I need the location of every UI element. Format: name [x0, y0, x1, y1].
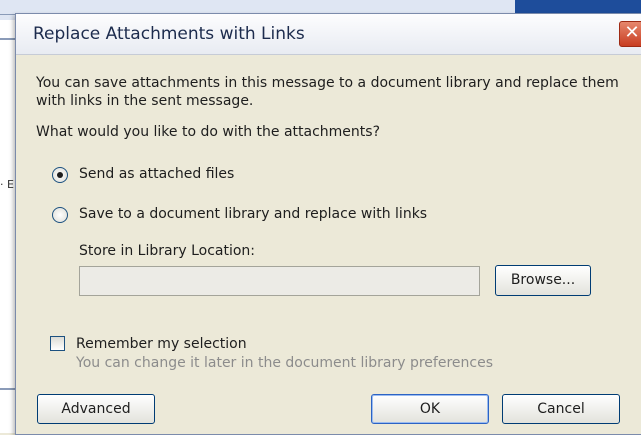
store-location-label: Store in Library Location:: [79, 243, 255, 259]
ok-button[interactable]: OK: [371, 394, 489, 424]
intro-text: You can save attachments in this message…: [36, 75, 619, 109]
dialog-titlebar: Replace Attachments with Links ✕: [16, 14, 641, 55]
remember-hint-text: You can change it later in the document …: [76, 355, 494, 371]
question-text: What would you like to do with the attac…: [36, 124, 381, 140]
remember-selection-label[interactable]: Remember my selection: [76, 336, 247, 352]
close-icon[interactable]: ✕: [619, 21, 641, 47]
save-to-library-radio[interactable]: [52, 207, 68, 223]
dialog-title: Replace Attachments with Links: [33, 24, 305, 44]
remember-selection-checkbox[interactable]: [50, 336, 65, 351]
library-location-input[interactable]: [79, 266, 480, 296]
send-as-attached-radio[interactable]: [52, 167, 68, 183]
save-to-library-label[interactable]: Save to a document library and replace w…: [79, 206, 427, 222]
advanced-button[interactable]: Advanced: [37, 394, 155, 424]
cancel-button[interactable]: Cancel: [502, 394, 620, 424]
send-as-attached-label[interactable]: Send as attached files: [79, 166, 234, 182]
browse-button[interactable]: Browse...: [495, 265, 591, 296]
replace-attachments-dialog: Replace Attachments with Links ✕ You can…: [15, 13, 641, 435]
